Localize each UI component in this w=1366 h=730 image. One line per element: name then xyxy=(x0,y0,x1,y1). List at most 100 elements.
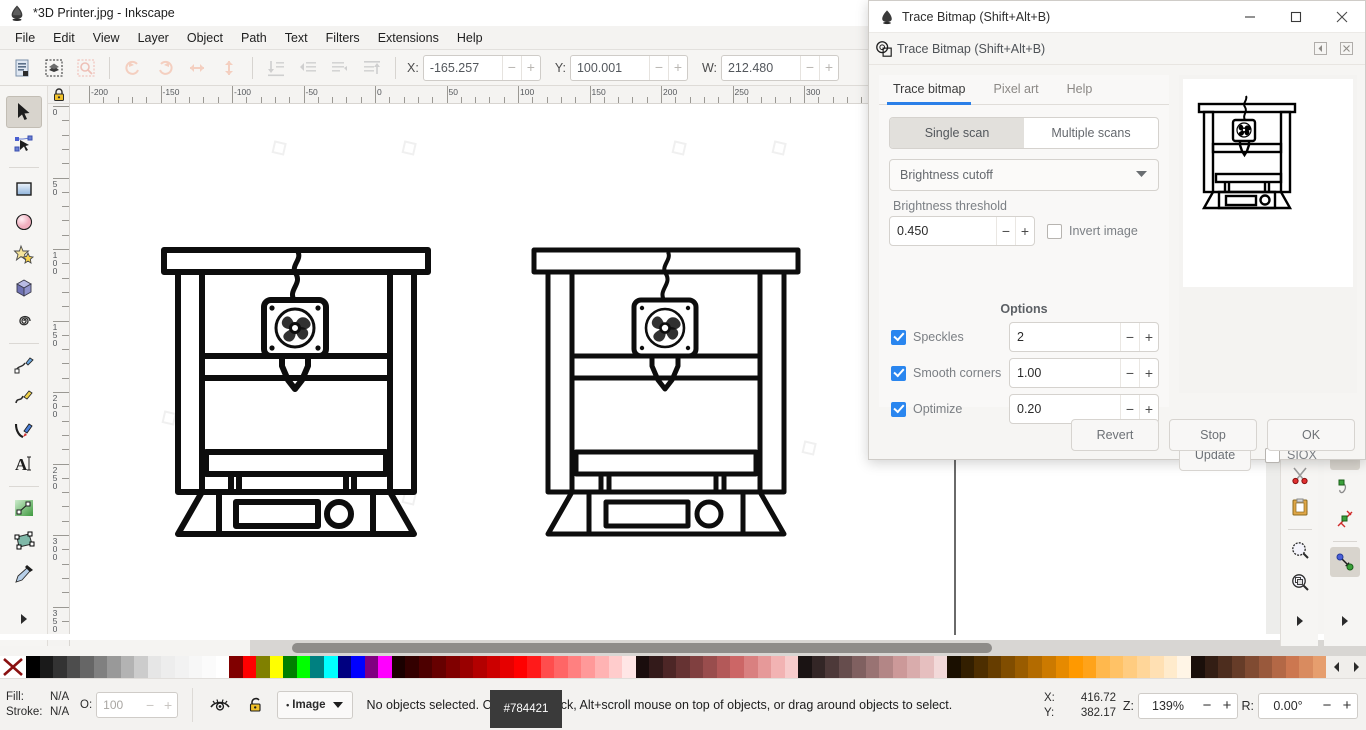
zoom-minus-button[interactable]: − xyxy=(1197,694,1217,718)
palette-swatch[interactable] xyxy=(907,656,921,678)
palette-swatch[interactable] xyxy=(26,656,40,678)
zoom-selection-icon[interactable] xyxy=(1285,535,1315,565)
palette-swatch[interactable] xyxy=(514,656,528,678)
palette-swatch[interactable] xyxy=(812,656,826,678)
speckles-checkbox-row[interactable]: Speckles xyxy=(891,330,1009,345)
smooth-corners-input[interactable]: 1.00 − + xyxy=(1009,358,1159,388)
palette-swatch[interactable] xyxy=(866,656,880,678)
palette-swatch[interactable] xyxy=(703,656,717,678)
palette-swatch[interactable] xyxy=(771,656,785,678)
single-scan-button[interactable]: Single scan xyxy=(890,118,1024,148)
palette-swatch[interactable] xyxy=(934,656,948,678)
rotation-plus-button[interactable]: + xyxy=(1337,694,1357,718)
palette-swatch[interactable] xyxy=(988,656,1002,678)
x-value[interactable]: -165.257 xyxy=(424,56,502,80)
snap2-overflow-button[interactable] xyxy=(1330,606,1360,636)
palette-swatch[interactable] xyxy=(1028,656,1042,678)
palette-swatch[interactable] xyxy=(839,656,853,678)
speckles-plus-button[interactable]: + xyxy=(1139,323,1158,351)
opacity-minus-button[interactable]: − xyxy=(141,693,159,717)
select-all-icon[interactable] xyxy=(40,54,68,82)
palette-swatch[interactable] xyxy=(67,656,81,678)
palette-swatch[interactable] xyxy=(568,656,582,678)
deselect-icon[interactable] xyxy=(72,54,100,82)
opacity-spinner[interactable]: 100 − + xyxy=(96,692,178,718)
brightness-threshold-input[interactable]: 0.450 − + xyxy=(889,216,1035,246)
palette-swatch[interactable] xyxy=(1286,656,1300,678)
vertical-ruler[interactable]: 050100150200250300350 xyxy=(48,104,70,646)
rotation-spinner[interactable]: 0.00° − + xyxy=(1258,693,1358,719)
palette-swatch[interactable] xyxy=(378,656,392,678)
speckles-value[interactable]: 2 xyxy=(1010,323,1120,351)
menu-extensions[interactable]: Extensions xyxy=(369,28,448,48)
menu-view[interactable]: View xyxy=(84,28,129,48)
palette-swatch[interactable] xyxy=(243,656,257,678)
trace-mode-dropdown[interactable]: Brightness cutoff xyxy=(889,159,1159,191)
y-value[interactable]: 100.001 xyxy=(571,56,649,80)
layer-selector[interactable]: • Image xyxy=(277,691,352,719)
palette-swatch[interactable] xyxy=(446,656,460,678)
zoom-value[interactable]: 139% xyxy=(1139,694,1197,718)
speckles-input[interactable]: 2 − + xyxy=(1009,322,1159,352)
star-tool[interactable] xyxy=(6,239,42,271)
palette-swatch[interactable] xyxy=(920,656,934,678)
palette-swatch[interactable] xyxy=(283,656,297,678)
palette-swatch[interactable] xyxy=(229,656,243,678)
palette-swatch[interactable] xyxy=(1056,656,1070,678)
palette-swatch[interactable] xyxy=(852,656,866,678)
selector-tool[interactable] xyxy=(6,96,42,128)
palette-swatch[interactable] xyxy=(107,656,121,678)
menu-object[interactable]: Object xyxy=(178,28,232,48)
palette-swatch[interactable] xyxy=(1001,656,1015,678)
w-plus-button[interactable]: + xyxy=(819,56,838,80)
palette-swatch[interactable] xyxy=(216,656,230,678)
palette-swatch[interactable] xyxy=(270,656,284,678)
palette-swatch[interactable] xyxy=(1272,656,1286,678)
palette-swatch[interactable] xyxy=(1299,656,1313,678)
zoom-spinner[interactable]: 139% − + xyxy=(1138,693,1238,719)
palette-swatch[interactable] xyxy=(161,656,175,678)
palette-swatch[interactable] xyxy=(961,656,975,678)
palette-swatch[interactable] xyxy=(1083,656,1097,678)
palette-swatch[interactable] xyxy=(487,656,501,678)
palette-swatch[interactable] xyxy=(595,656,609,678)
rectangle-tool[interactable] xyxy=(6,173,42,205)
smooth-corners-plus-button[interactable]: + xyxy=(1139,359,1158,387)
palette-swatch[interactable] xyxy=(1042,656,1056,678)
x-plus-button[interactable]: + xyxy=(521,56,540,80)
invert-image-checkbox[interactable] xyxy=(1047,224,1062,239)
palette-swatch[interactable] xyxy=(1137,656,1151,678)
palette-swatch[interactable] xyxy=(324,656,338,678)
palette-swatch[interactable] xyxy=(663,656,677,678)
printer-image-original[interactable] xyxy=(146,244,446,549)
brightness-threshold-value[interactable]: 0.450 xyxy=(890,217,996,245)
palette-swatch[interactable] xyxy=(148,656,162,678)
invert-image-checkbox-row[interactable]: Invert image xyxy=(1047,224,1138,239)
y-minus-button[interactable]: − xyxy=(649,56,668,80)
toolbox-overflow-button[interactable] xyxy=(6,603,42,635)
palette-swatch[interactable] xyxy=(717,656,731,678)
speckles-checkbox[interactable] xyxy=(891,330,906,345)
palette-swatch[interactable] xyxy=(40,656,54,678)
palette-swatch[interactable] xyxy=(297,656,311,678)
document-properties-icon[interactable] xyxy=(8,54,36,82)
snap-path-intersection-icon[interactable] xyxy=(1330,504,1360,534)
smooth-corners-minus-button[interactable]: − xyxy=(1120,359,1139,387)
rotation-value[interactable]: 0.00° xyxy=(1259,694,1317,718)
optimize-checkbox[interactable] xyxy=(891,402,906,417)
palette-swatch[interactable] xyxy=(974,656,988,678)
tab-pixel-art[interactable]: Pixel art xyxy=(979,75,1052,104)
palette-swatch[interactable] xyxy=(893,656,907,678)
palette-swatch[interactable] xyxy=(541,656,555,678)
lock-icon[interactable] xyxy=(243,693,269,717)
minus-icon[interactable]: − xyxy=(996,217,1015,245)
palette-swatch[interactable] xyxy=(1015,656,1029,678)
palette-scroll-right[interactable] xyxy=(1346,656,1366,678)
close-icon[interactable] xyxy=(1319,1,1365,33)
palette-swatch[interactable] xyxy=(527,656,541,678)
spiral-tool[interactable] xyxy=(6,305,42,337)
box3d-tool[interactable] xyxy=(6,272,42,304)
palette-swatch[interactable] xyxy=(1313,656,1327,678)
dock-close-icon[interactable] xyxy=(1333,38,1359,60)
palette-swatch[interactable] xyxy=(1259,656,1273,678)
